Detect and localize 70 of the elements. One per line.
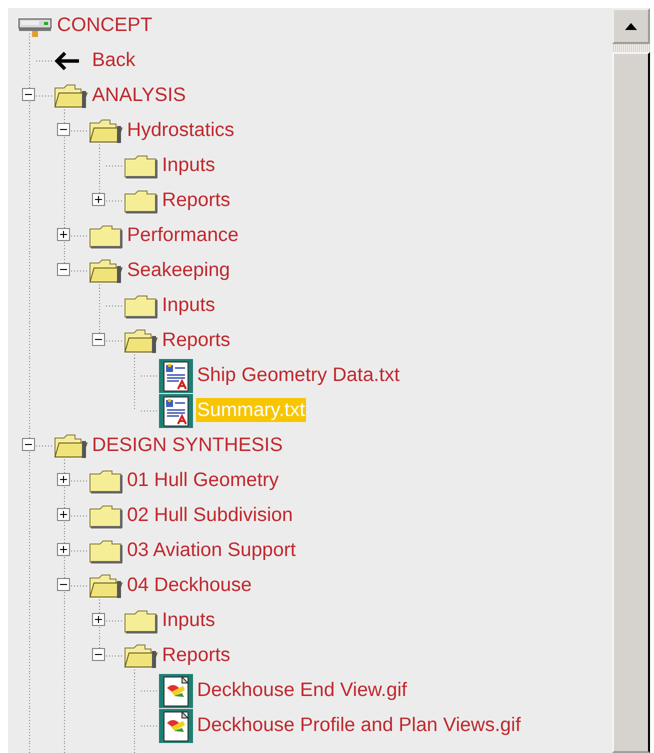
collapse-toggle[interactable] bbox=[22, 438, 35, 451]
collapse-toggle[interactable] bbox=[22, 88, 35, 101]
collapse-toggle[interactable] bbox=[57, 578, 70, 591]
plus-icon bbox=[59, 230, 68, 239]
open-folder-icon bbox=[88, 258, 124, 284]
open-folder-icon bbox=[88, 572, 124, 598]
tree-item[interactable]: Inputs bbox=[161, 293, 216, 317]
tree-item[interactable]: Reports bbox=[161, 328, 232, 352]
tree-item[interactable]: Deckhouse End View.gif bbox=[196, 678, 408, 702]
tree-item[interactable]: Hydrostatics bbox=[126, 118, 236, 142]
open-folder-icon bbox=[123, 642, 159, 668]
connector-line bbox=[140, 690, 158, 692]
connector-line bbox=[70, 270, 88, 272]
tree-item[interactable]: DESIGN SYNTHESIS bbox=[91, 433, 284, 457]
open-folder-icon bbox=[88, 118, 124, 144]
collapse-toggle[interactable] bbox=[57, 123, 70, 136]
tree-item[interactable]: Inputs bbox=[161, 153, 216, 177]
open-folder-icon bbox=[53, 82, 89, 108]
plus-icon bbox=[94, 195, 103, 204]
tree-item[interactable]: Inputs bbox=[161, 608, 216, 632]
connector-line bbox=[70, 130, 88, 132]
expand-toggle[interactable] bbox=[57, 543, 70, 556]
plus-icon bbox=[59, 510, 68, 519]
expand-toggle[interactable] bbox=[57, 508, 70, 521]
plus-icon bbox=[94, 615, 103, 624]
up-triangle-icon bbox=[625, 22, 637, 30]
text-document-icon bbox=[158, 358, 194, 392]
open-folder-icon bbox=[53, 432, 89, 458]
scroll-up-button[interactable] bbox=[612, 8, 650, 44]
tree-item[interactable]: Seakeeping bbox=[126, 258, 232, 282]
image-document-icon bbox=[158, 674, 194, 708]
image-document-icon bbox=[158, 708, 194, 742]
collapse-toggle[interactable] bbox=[57, 263, 70, 276]
tree-item[interactable]: ANALYSIS bbox=[91, 83, 187, 107]
folder-icon bbox=[88, 468, 124, 494]
tree-item[interactable]: Back bbox=[91, 48, 136, 72]
tree-item[interactable]: Reports bbox=[161, 643, 232, 667]
tree-item[interactable]: CONCEPT bbox=[56, 13, 154, 37]
folder-icon bbox=[123, 152, 159, 178]
expand-toggle[interactable] bbox=[92, 613, 105, 626]
collapse-toggle[interactable] bbox=[92, 333, 105, 346]
tree-item[interactable]: Ship Geometry Data.txt bbox=[196, 363, 401, 387]
connector-line bbox=[70, 550, 88, 552]
tree-item[interactable]: Deckhouse Profile and Plan Views.gif bbox=[196, 713, 522, 737]
tree-item[interactable]: Reports bbox=[161, 188, 232, 212]
connector-line bbox=[70, 480, 88, 482]
text-document-icon bbox=[158, 394, 194, 428]
folder-icon bbox=[123, 188, 159, 214]
plus-icon bbox=[59, 475, 68, 484]
expand-toggle[interactable] bbox=[57, 473, 70, 486]
connector-line bbox=[140, 410, 158, 412]
folder-icon bbox=[88, 222, 124, 248]
tree-item[interactable]: 04 Deckhouse bbox=[126, 573, 253, 597]
folder-icon bbox=[88, 538, 124, 564]
tree-item[interactable]: Performance bbox=[126, 223, 240, 247]
open-folder-icon bbox=[123, 328, 159, 354]
expand-toggle[interactable] bbox=[92, 193, 105, 206]
connector-line bbox=[36, 60, 52, 62]
connector-line bbox=[106, 200, 122, 202]
collapse-toggle[interactable] bbox=[92, 648, 105, 661]
tree-item[interactable]: 03 Aviation Support bbox=[126, 538, 297, 562]
expand-toggle[interactable] bbox=[57, 228, 70, 241]
connector-line bbox=[106, 340, 122, 342]
plus-icon bbox=[59, 545, 68, 554]
connector-line bbox=[106, 620, 122, 622]
folder-icon bbox=[88, 502, 124, 528]
folder-icon bbox=[123, 608, 159, 634]
folder-icon bbox=[123, 292, 159, 318]
tree-item[interactable]: 01 Hull Geometry bbox=[126, 468, 280, 492]
tree-item[interactable]: 02 Hull Subdivision bbox=[126, 503, 294, 527]
